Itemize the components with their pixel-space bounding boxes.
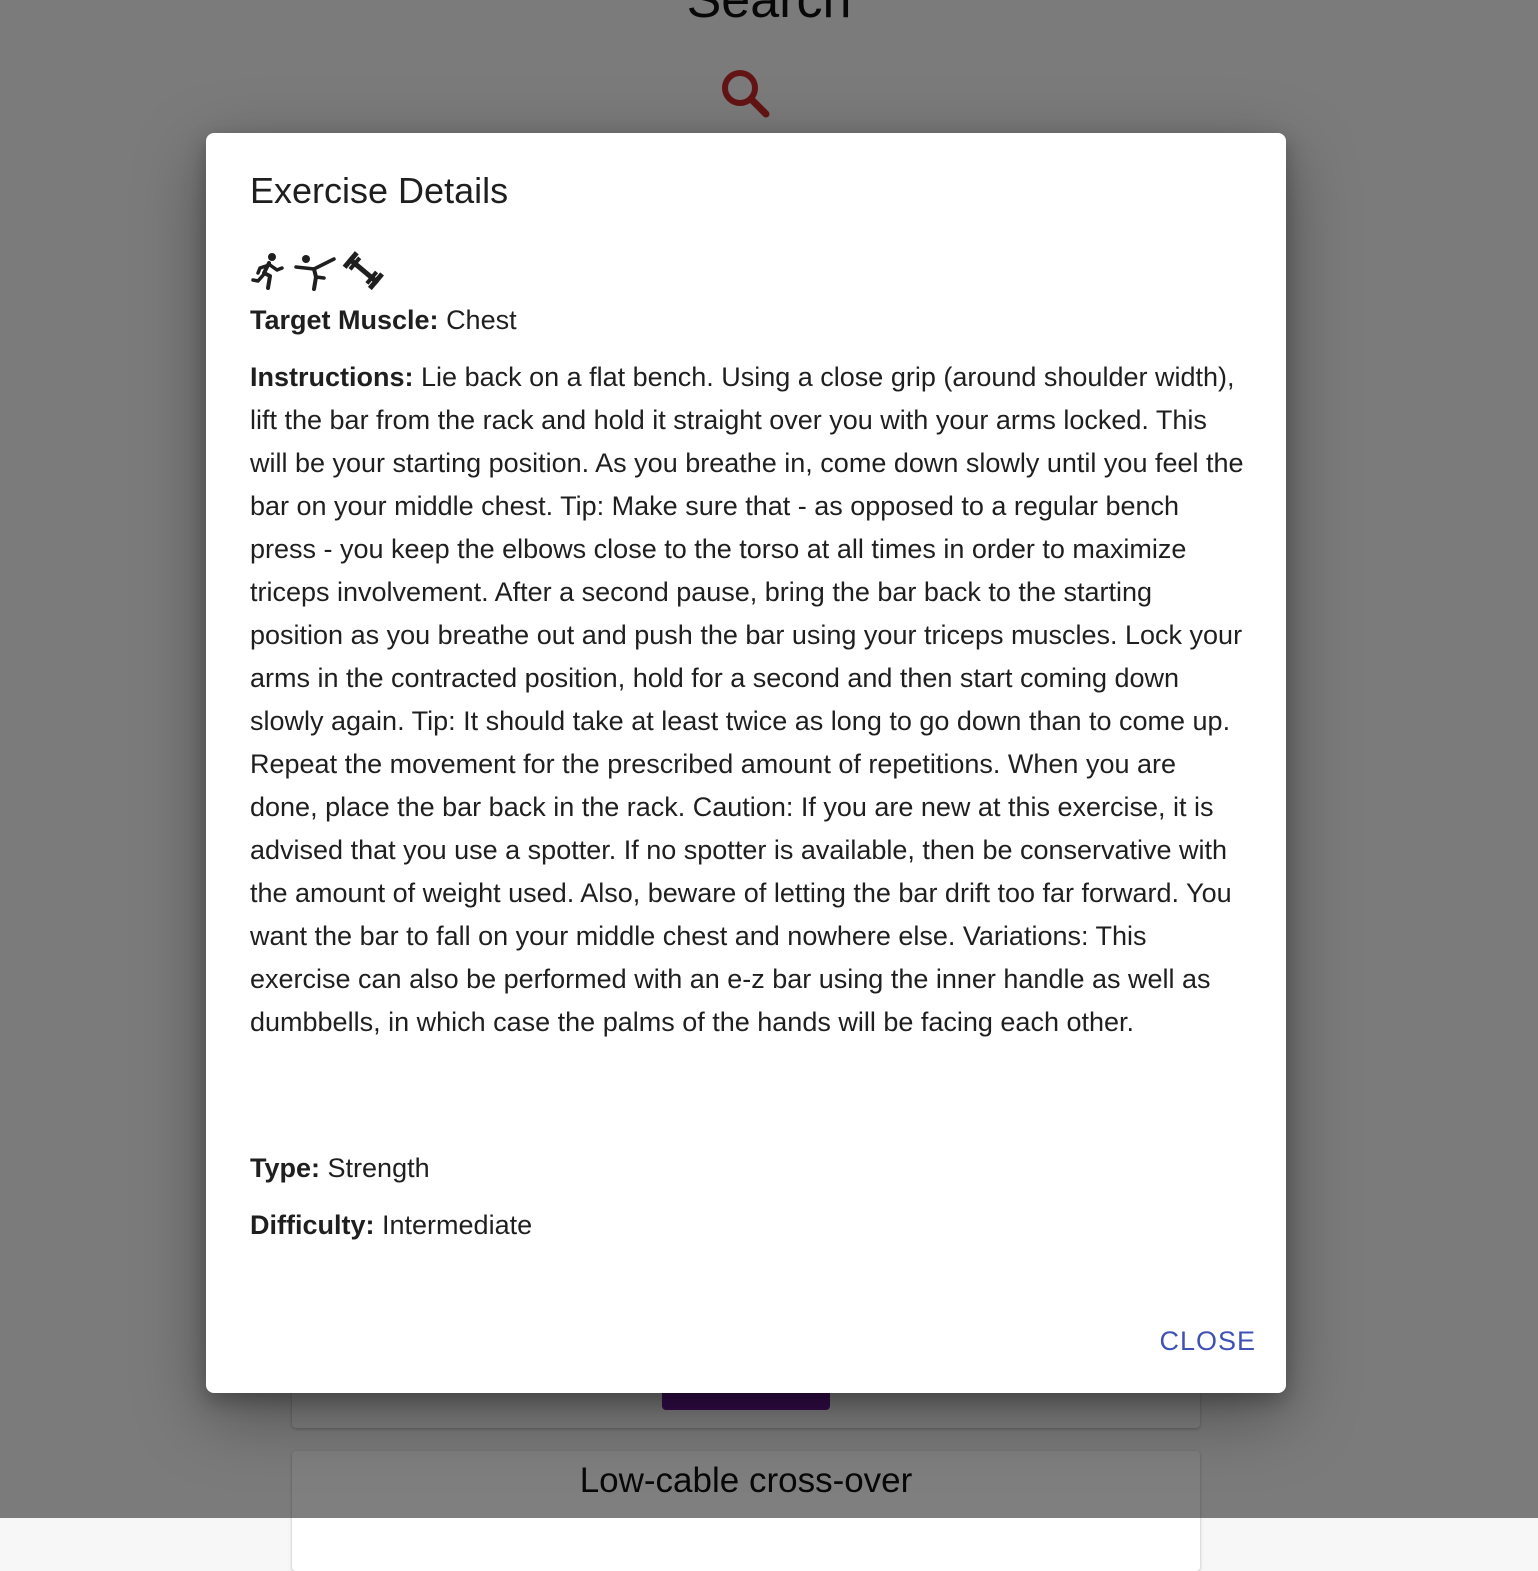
difficulty-label: Difficulty: <box>250 1210 375 1240</box>
exercise-type: Type: Strength <box>250 1147 1244 1190</box>
instructions: Instructions: Lie back on a flat bench. … <box>250 356 1244 1044</box>
dumbbell-icon <box>342 251 384 291</box>
type-label: Type: <box>250 1153 321 1183</box>
type-value: Strength <box>327 1153 430 1183</box>
instructions-text: Lie back on a flat bench. Using a close … <box>250 362 1244 1037</box>
exercise-details-dialog: Exercise Details Target Muscle: Chest In… <box>206 133 1286 1393</box>
target-muscle: Target Muscle: Chest <box>250 299 1244 342</box>
dialog-title: Exercise Details <box>250 170 509 211</box>
martial-arts-icon <box>294 251 338 291</box>
exercise-difficulty: Difficulty: Intermediate <box>250 1204 1244 1247</box>
running-person-icon <box>250 251 290 291</box>
target-muscle-label: Target Muscle: <box>250 305 439 335</box>
exercise-icons <box>250 249 384 293</box>
target-muscle-value: Chest <box>446 305 517 335</box>
difficulty-value: Intermediate <box>382 1210 533 1240</box>
instructions-label: Instructions: <box>250 362 414 392</box>
close-button[interactable]: CLOSE <box>1155 1320 1260 1363</box>
